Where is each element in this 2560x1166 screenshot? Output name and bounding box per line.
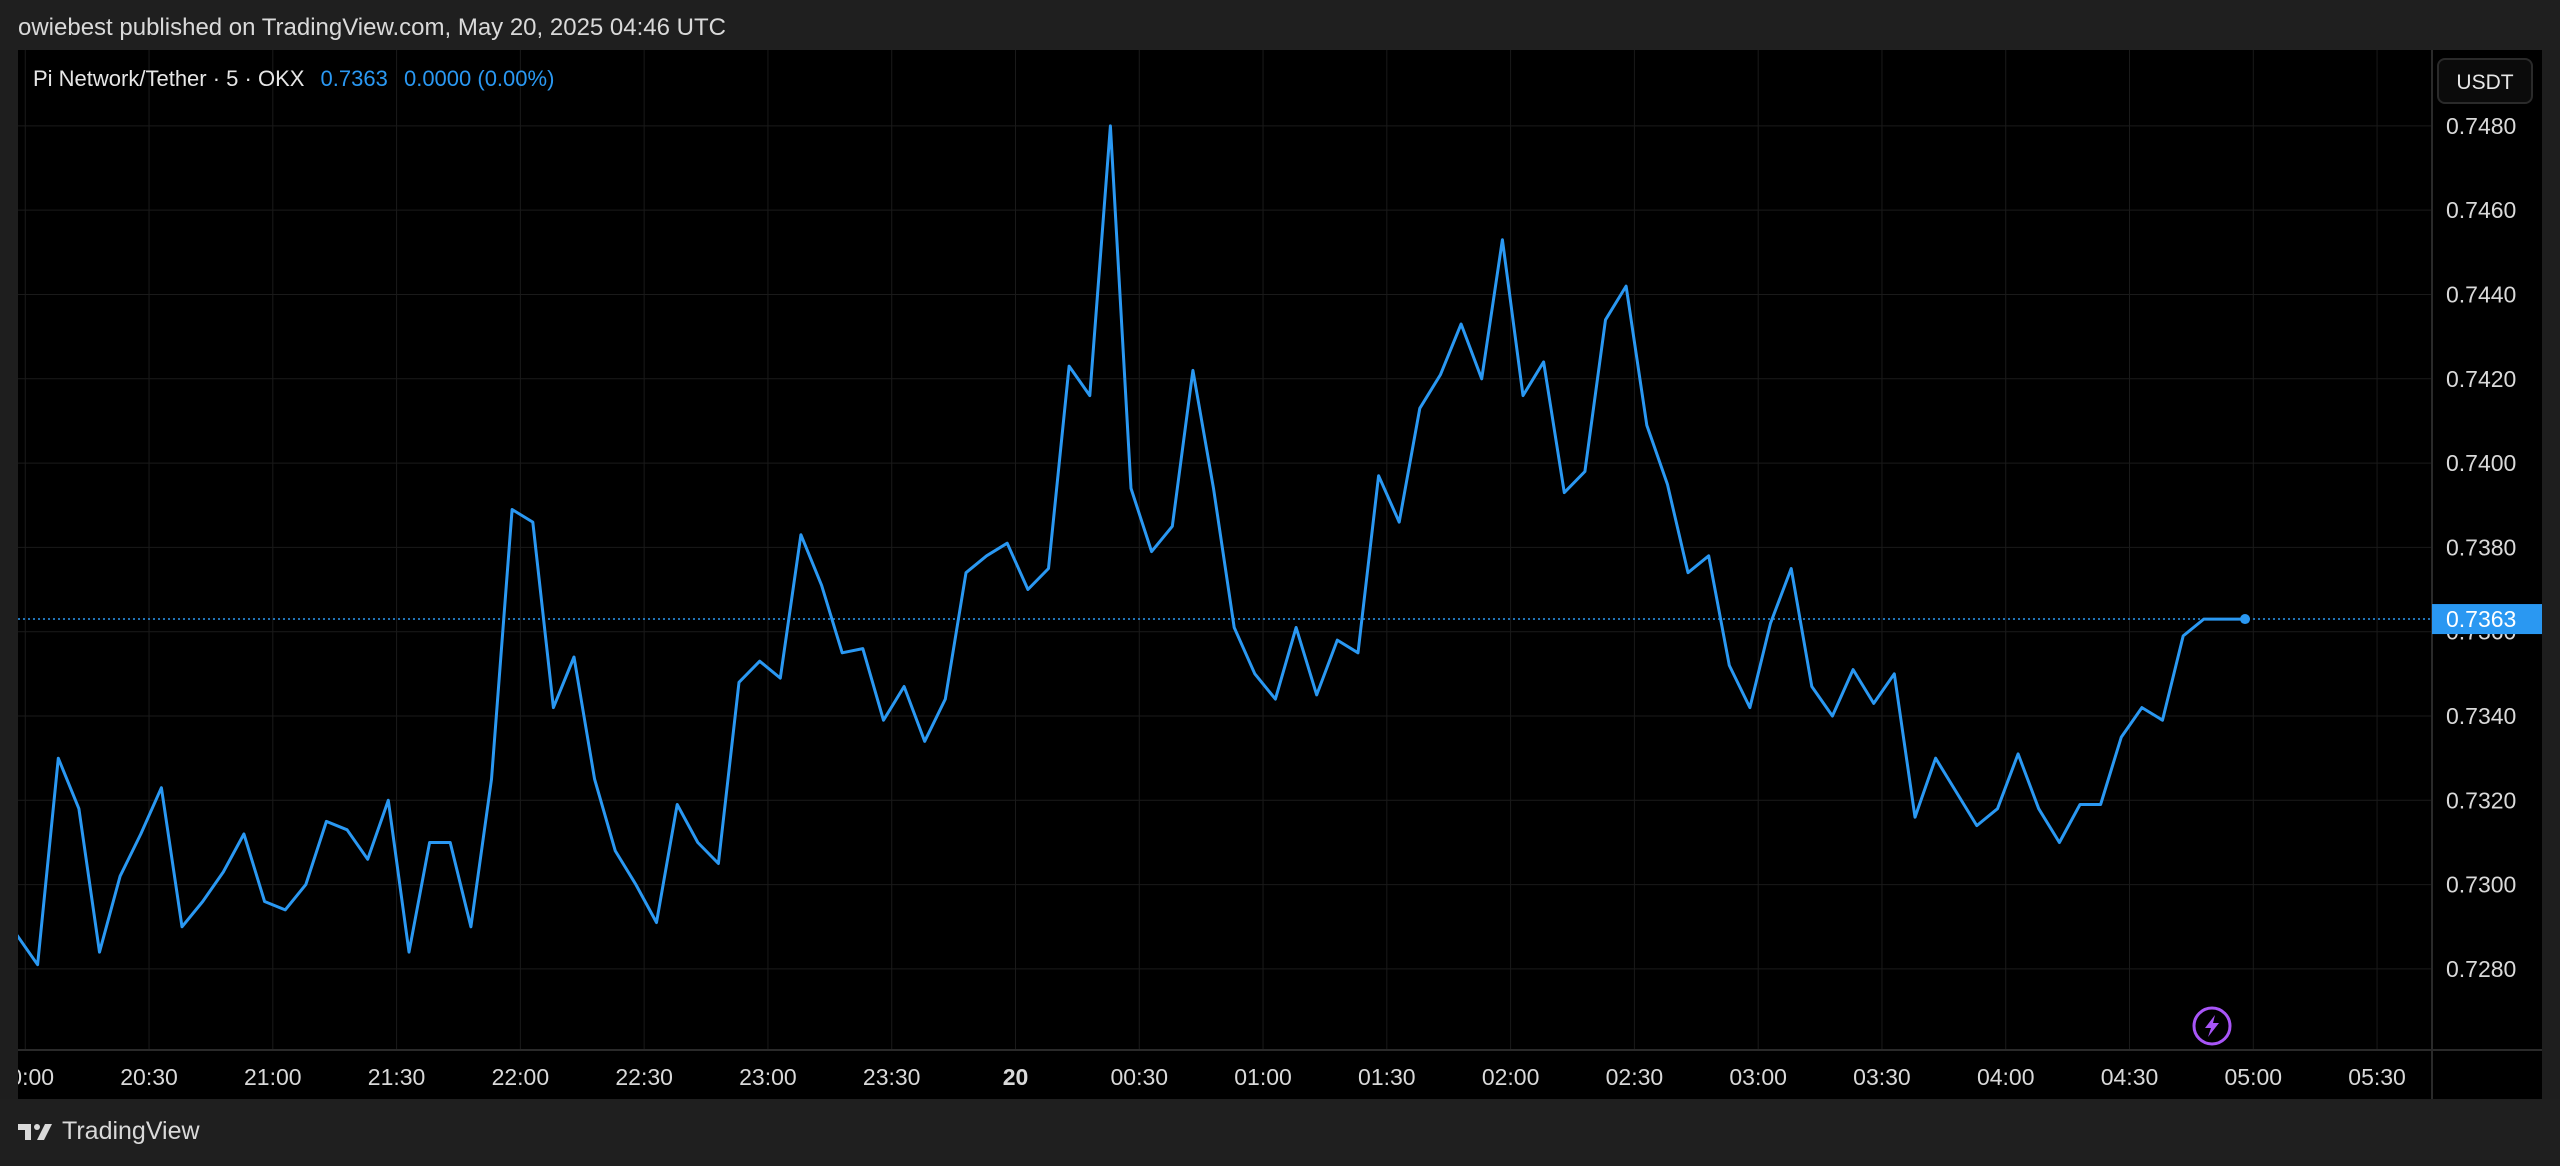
last-price: 0.7363	[320, 66, 388, 91]
x-tick-label: 03:30	[1853, 1064, 1911, 1090]
symbol-label[interactable]: Pi Network/Tether · 5 · OKX	[33, 66, 304, 91]
chart-legend: Pi Network/Tether · 5 · OKX 0.7363 0.000…	[33, 66, 564, 92]
tradingview-logo-icon	[18, 1123, 52, 1140]
x-tick-label: 00:30	[1110, 1064, 1168, 1090]
x-tick-label: 23:00	[739, 1064, 797, 1090]
y-tick-label: 0.7460	[2446, 197, 2516, 223]
x-tick-label: 20:30	[120, 1064, 178, 1090]
y-tick-label: 0.7380	[2446, 534, 2516, 560]
tradingview-brand[interactable]: TradingView	[18, 1117, 200, 1146]
x-tick-label: 04:30	[2101, 1064, 2159, 1090]
x-tick-label: 22:30	[615, 1064, 673, 1090]
y-tick-label: 0.7400	[2446, 450, 2516, 476]
x-tick-label: 02:00	[1482, 1064, 1540, 1090]
x-tick-label: 05:30	[2348, 1064, 2406, 1090]
x-tick-label: 22:00	[492, 1064, 550, 1090]
x-tick-label: 02:30	[1606, 1064, 1664, 1090]
top-bar: owiebest published on TradingView.com, M…	[0, 0, 2560, 50]
y-tick-label: 0.7480	[2446, 113, 2516, 139]
bottom-bar: TradingView	[0, 1099, 2560, 1166]
price-chart[interactable]: 0.7480 0.7460 0.7440 0.7420 0.7400 0.7380 0.73…	[18, 50, 2542, 1099]
y-tick-label: 0.7320	[2446, 787, 2516, 813]
x-tick-label: 21:00	[244, 1064, 302, 1090]
brand-label: TradingView	[62, 1117, 200, 1145]
current-price-label: 0.7363	[2446, 606, 2516, 632]
x-tick-label: 01:30	[1358, 1064, 1416, 1090]
y-tick-label: 0.7300	[2446, 872, 2516, 898]
x-tick-label: 20:00	[18, 1064, 54, 1090]
x-tick-label: 01:00	[1234, 1064, 1292, 1090]
x-tick-label: 04:00	[1977, 1064, 2035, 1090]
x-tick-label: 23:30	[863, 1064, 921, 1090]
y-tick-label: 0.7280	[2446, 956, 2516, 982]
lightning-icon[interactable]	[2192, 1006, 2232, 1046]
x-tick-label: 03:00	[1729, 1064, 1787, 1090]
y-tick-label: 0.7420	[2446, 366, 2516, 392]
last-point-marker	[2240, 614, 2251, 625]
publish-info: owiebest published on TradingView.com, M…	[18, 14, 726, 41]
x-tick-label: 05:00	[2225, 1064, 2283, 1090]
currency-button[interactable]: USDT	[2437, 58, 2533, 104]
grid-lines	[18, 50, 2431, 1049]
price-change: 0.0000 (0.00%)	[403, 66, 555, 91]
y-tick-label: 0.7440	[2446, 281, 2516, 307]
price-axis: 0.7480 0.7460 0.7440 0.7420 0.7400 0.7380 0.73…	[2432, 113, 2542, 982]
time-axis: 20:00 20:30 21:00 21:30 22:00 22:30 23:00 23:30…	[18, 1064, 2406, 1090]
x-tick-label: 20	[1003, 1064, 1029, 1090]
y-tick-label: 0.7340	[2446, 703, 2516, 729]
price-line-series	[18, 124, 2245, 967]
plot-area	[18, 124, 2431, 967]
chart-frame[interactable]: 0.7480 0.7460 0.7440 0.7420 0.7400 0.7380 0.73…	[18, 50, 2542, 1099]
x-tick-label: 21:30	[368, 1064, 426, 1090]
